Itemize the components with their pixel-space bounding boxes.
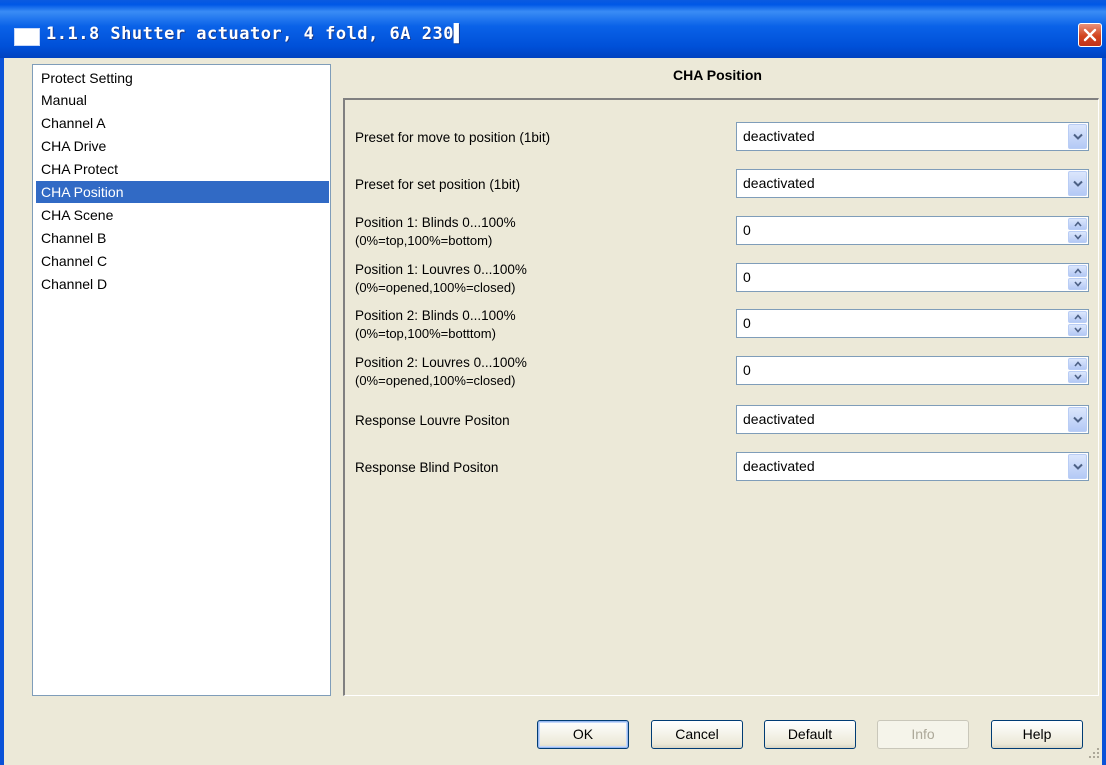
tree-item-cha-scene[interactable]: CHA Scene <box>36 204 329 226</box>
tree-item-channel-d[interactable]: Channel D <box>36 273 329 295</box>
parameter-tree[interactable]: Protect Setting Manual Channel A CHA Dri… <box>32 64 331 696</box>
param-label-preset-set: Preset for set position (1bit) <box>355 177 521 192</box>
tree-item-channel-c[interactable]: Channel C <box>36 250 329 272</box>
chevron-down-icon <box>1073 180 1083 187</box>
spin-down-button[interactable] <box>1068 231 1087 243</box>
param-label-pos1-blinds: Position 1: Blinds 0...100% <box>355 215 516 230</box>
response-louvre-dropdown[interactable]: deactivated <box>736 405 1089 434</box>
spin-down-button[interactable] <box>1068 278 1087 290</box>
close-button[interactable] <box>1078 23 1102 47</box>
tree-item-channel-b[interactable]: Channel B <box>36 227 329 249</box>
param-label-pos2-blinds: Position 2: Blinds 0...100% <box>355 308 516 323</box>
chevron-down-icon <box>1073 416 1083 423</box>
close-icon <box>1083 28 1097 42</box>
pos1-louvres-spinner[interactable]: 0 <box>736 263 1089 292</box>
arrow-up-icon <box>1074 361 1082 367</box>
param-label-response-louvre: Response Louvre Positon <box>355 413 510 428</box>
arrow-down-icon <box>1074 327 1082 333</box>
tree-item-protect-setting[interactable]: Protect Setting <box>36 67 329 89</box>
pos2-blinds-spinner[interactable]: 0 <box>736 309 1089 338</box>
dropdown-value: deactivated <box>743 128 815 144</box>
dropdown-arrow-button[interactable] <box>1068 407 1087 432</box>
pos1-blinds-spinner[interactable]: 0 <box>736 216 1089 245</box>
dropdown-arrow-button[interactable] <box>1068 124 1087 149</box>
dropdown-value: deactivated <box>743 175 815 191</box>
dropdown-value: deactivated <box>743 458 815 474</box>
spin-down-button[interactable] <box>1068 324 1087 336</box>
param-sublabel-pos1-louvres: (0%=opened,100%=closed) <box>355 280 516 295</box>
arrow-down-icon <box>1074 281 1082 287</box>
resize-grip-icon[interactable] <box>1088 747 1100 759</box>
dropdown-arrow-button[interactable] <box>1068 171 1087 196</box>
tree-item-cha-drive[interactable]: CHA Drive <box>36 135 329 157</box>
info-button[interactable]: Info <box>877 720 969 749</box>
window-frame-left <box>0 58 4 765</box>
spin-up-button[interactable] <box>1068 265 1087 277</box>
preset-move-dropdown[interactable]: deactivated <box>736 122 1089 151</box>
ok-button[interactable]: OK <box>537 720 629 749</box>
preset-set-dropdown[interactable]: deactivated <box>736 169 1089 198</box>
tree-item-cha-protect[interactable]: CHA Protect <box>36 158 329 180</box>
spinner-value: 0 <box>743 362 751 378</box>
page-title: CHA Position <box>673 67 762 83</box>
help-button[interactable]: Help <box>991 720 1083 749</box>
tree-item-channel-a[interactable]: Channel A <box>36 112 329 134</box>
tree-item-cha-position[interactable]: CHA Position <box>36 181 329 203</box>
spin-up-button[interactable] <box>1068 311 1087 323</box>
dropdown-arrow-button[interactable] <box>1068 454 1087 479</box>
dropdown-value: deactivated <box>743 411 815 427</box>
spinner-value: 0 <box>743 269 751 285</box>
spinner-value: 0 <box>743 315 751 331</box>
title-bar[interactable]: 1.1.8 Shutter actuator, 4 fold, 6A 230▌ <box>0 0 1106 58</box>
window-title: 1.1.8 Shutter actuator, 4 fold, 6A 230▌ <box>46 24 465 44</box>
param-sublabel-pos2-blinds: (0%=top,100%=botttom) <box>355 326 496 341</box>
arrow-up-icon <box>1074 314 1082 320</box>
cancel-button[interactable]: Cancel <box>651 720 743 749</box>
chevron-down-icon <box>1073 463 1083 470</box>
arrow-up-icon <box>1074 221 1082 227</box>
window-icon <box>14 28 40 46</box>
response-blind-dropdown[interactable]: deactivated <box>736 452 1089 481</box>
arrow-up-icon <box>1074 268 1082 274</box>
window-frame-right <box>1102 58 1106 765</box>
arrow-down-icon <box>1074 234 1082 240</box>
spin-up-button[interactable] <box>1068 218 1087 230</box>
param-label-preset-move: Preset for move to position (1bit) <box>355 130 551 145</box>
param-sublabel-pos2-louvres: (0%=opened,100%=closed) <box>355 373 516 388</box>
spin-up-button[interactable] <box>1068 358 1087 370</box>
pos2-louvres-spinner[interactable]: 0 <box>736 356 1089 385</box>
param-label-pos2-louvres: Position 2: Louvres 0...100% <box>355 355 527 370</box>
tree-item-manual[interactable]: Manual <box>36 89 329 111</box>
spinner-value: 0 <box>743 222 751 238</box>
param-label-response-blind: Response Blind Positon <box>355 460 499 475</box>
chevron-down-icon <box>1073 133 1083 140</box>
default-button[interactable]: Default <box>764 720 856 749</box>
param-label-pos1-louvres: Position 1: Louvres 0...100% <box>355 262 527 277</box>
arrow-down-icon <box>1074 374 1082 380</box>
param-sublabel-pos1-blinds: (0%=top,100%=bottom) <box>355 233 493 248</box>
spin-down-button[interactable] <box>1068 371 1087 383</box>
